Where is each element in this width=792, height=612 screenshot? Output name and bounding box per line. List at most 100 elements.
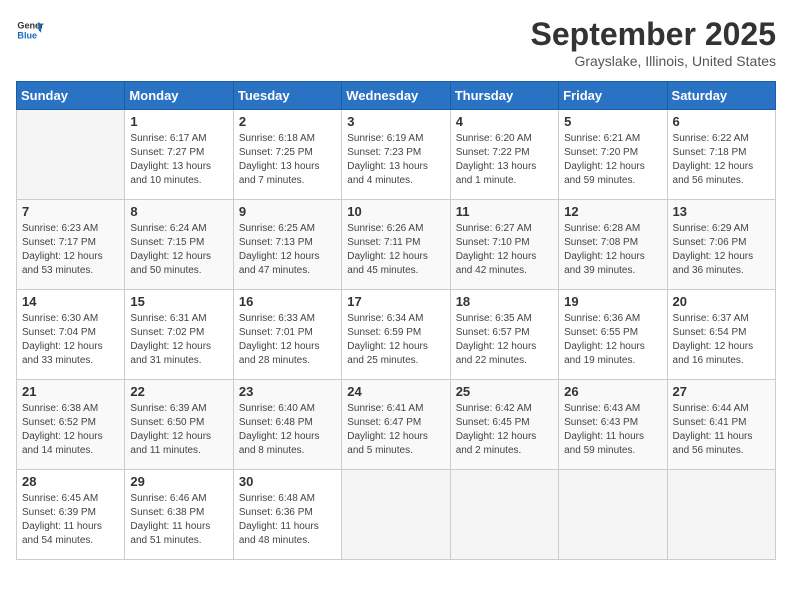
calendar-cell: 14 Sunrise: 6:30 AM Sunset: 7:04 PM Dayl…	[17, 290, 125, 380]
day-info: Sunrise: 6:17 AM Sunset: 7:27 PM Dayligh…	[130, 132, 227, 188]
header-tuesday: Tuesday	[233, 82, 341, 110]
daylight-label: Daylight: 12 hours and 31 minutes.	[130, 341, 211, 366]
calendar-cell	[450, 470, 558, 560]
sunrise-label: Sunrise: 6:44 AM	[673, 403, 749, 414]
daylight-label: Daylight: 12 hours and 11 minutes.	[130, 431, 211, 456]
day-number: 15	[130, 294, 227, 309]
day-info: Sunrise: 6:22 AM Sunset: 7:18 PM Dayligh…	[673, 132, 770, 188]
calendar-cell: 12 Sunrise: 6:28 AM Sunset: 7:08 PM Dayl…	[559, 200, 667, 290]
daylight-label: Daylight: 12 hours and 33 minutes.	[22, 341, 103, 366]
calendar-header-row: SundayMondayTuesdayWednesdayThursdayFrid…	[17, 82, 776, 110]
calendar-week-row: 1 Sunrise: 6:17 AM Sunset: 7:27 PM Dayli…	[17, 110, 776, 200]
sunset-label: Sunset: 7:23 PM	[347, 147, 421, 158]
day-info: Sunrise: 6:34 AM Sunset: 6:59 PM Dayligh…	[347, 312, 444, 368]
calendar-cell: 17 Sunrise: 6:34 AM Sunset: 6:59 PM Dayl…	[342, 290, 450, 380]
calendar-cell: 21 Sunrise: 6:38 AM Sunset: 6:52 PM Dayl…	[17, 380, 125, 470]
day-number: 30	[239, 474, 336, 489]
calendar-cell	[559, 470, 667, 560]
calendar-cell: 3 Sunrise: 6:19 AM Sunset: 7:23 PM Dayli…	[342, 110, 450, 200]
sunset-label: Sunset: 6:48 PM	[239, 417, 313, 428]
sunrise-label: Sunrise: 6:36 AM	[564, 313, 640, 324]
day-number: 22	[130, 384, 227, 399]
calendar-cell: 11 Sunrise: 6:27 AM Sunset: 7:10 PM Dayl…	[450, 200, 558, 290]
sunset-label: Sunset: 6:50 PM	[130, 417, 204, 428]
day-info: Sunrise: 6:31 AM Sunset: 7:02 PM Dayligh…	[130, 312, 227, 368]
daylight-label: Daylight: 12 hours and 59 minutes.	[564, 161, 645, 186]
day-number: 28	[22, 474, 119, 489]
daylight-label: Daylight: 13 hours and 10 minutes.	[130, 161, 211, 186]
calendar-week-row: 14 Sunrise: 6:30 AM Sunset: 7:04 PM Dayl…	[17, 290, 776, 380]
header-monday: Monday	[125, 82, 233, 110]
daylight-label: Daylight: 12 hours and 22 minutes.	[456, 341, 537, 366]
calendar-table: SundayMondayTuesdayWednesdayThursdayFrid…	[16, 81, 776, 560]
sunrise-label: Sunrise: 6:29 AM	[673, 223, 749, 234]
calendar-cell: 18 Sunrise: 6:35 AM Sunset: 6:57 PM Dayl…	[450, 290, 558, 380]
calendar-cell: 27 Sunrise: 6:44 AM Sunset: 6:41 PM Dayl…	[667, 380, 775, 470]
sunrise-label: Sunrise: 6:21 AM	[564, 133, 640, 144]
sunrise-label: Sunrise: 6:34 AM	[347, 313, 423, 324]
day-info: Sunrise: 6:44 AM Sunset: 6:41 PM Dayligh…	[673, 402, 770, 458]
sunrise-label: Sunrise: 6:45 AM	[22, 493, 98, 504]
day-number: 16	[239, 294, 336, 309]
calendar-cell: 8 Sunrise: 6:24 AM Sunset: 7:15 PM Dayli…	[125, 200, 233, 290]
month-title: September 2025	[531, 16, 776, 53]
day-number: 6	[673, 114, 770, 129]
calendar-cell: 6 Sunrise: 6:22 AM Sunset: 7:18 PM Dayli…	[667, 110, 775, 200]
sunrise-label: Sunrise: 6:40 AM	[239, 403, 315, 414]
day-number: 12	[564, 204, 661, 219]
svg-text:Blue: Blue	[17, 30, 37, 40]
day-info: Sunrise: 6:30 AM Sunset: 7:04 PM Dayligh…	[22, 312, 119, 368]
daylight-label: Daylight: 12 hours and 16 minutes.	[673, 341, 754, 366]
day-number: 29	[130, 474, 227, 489]
calendar-cell: 29 Sunrise: 6:46 AM Sunset: 6:38 PM Dayl…	[125, 470, 233, 560]
calendar-cell: 2 Sunrise: 6:18 AM Sunset: 7:25 PM Dayli…	[233, 110, 341, 200]
day-number: 10	[347, 204, 444, 219]
daylight-label: Daylight: 12 hours and 36 minutes.	[673, 251, 754, 276]
day-info: Sunrise: 6:48 AM Sunset: 6:36 PM Dayligh…	[239, 492, 336, 548]
day-info: Sunrise: 6:38 AM Sunset: 6:52 PM Dayligh…	[22, 402, 119, 458]
calendar-cell: 25 Sunrise: 6:42 AM Sunset: 6:45 PM Dayl…	[450, 380, 558, 470]
day-number: 14	[22, 294, 119, 309]
day-info: Sunrise: 6:33 AM Sunset: 7:01 PM Dayligh…	[239, 312, 336, 368]
sunrise-label: Sunrise: 6:43 AM	[564, 403, 640, 414]
daylight-label: Daylight: 12 hours and 28 minutes.	[239, 341, 320, 366]
calendar-week-row: 21 Sunrise: 6:38 AM Sunset: 6:52 PM Dayl…	[17, 380, 776, 470]
header-sunday: Sunday	[17, 82, 125, 110]
day-info: Sunrise: 6:24 AM Sunset: 7:15 PM Dayligh…	[130, 222, 227, 278]
day-info: Sunrise: 6:20 AM Sunset: 7:22 PM Dayligh…	[456, 132, 553, 188]
day-number: 9	[239, 204, 336, 219]
calendar-cell: 15 Sunrise: 6:31 AM Sunset: 7:02 PM Dayl…	[125, 290, 233, 380]
day-number: 1	[130, 114, 227, 129]
sunrise-label: Sunrise: 6:18 AM	[239, 133, 315, 144]
day-info: Sunrise: 6:42 AM Sunset: 6:45 PM Dayligh…	[456, 402, 553, 458]
daylight-label: Daylight: 11 hours and 51 minutes.	[130, 521, 210, 546]
calendar-week-row: 7 Sunrise: 6:23 AM Sunset: 7:17 PM Dayli…	[17, 200, 776, 290]
day-number: 11	[456, 204, 553, 219]
sunset-label: Sunset: 6:57 PM	[456, 327, 530, 338]
sunset-label: Sunset: 7:08 PM	[564, 237, 638, 248]
daylight-label: Daylight: 11 hours and 59 minutes.	[564, 431, 644, 456]
daylight-label: Daylight: 13 hours and 4 minutes.	[347, 161, 428, 186]
day-info: Sunrise: 6:37 AM Sunset: 6:54 PM Dayligh…	[673, 312, 770, 368]
day-number: 17	[347, 294, 444, 309]
sunset-label: Sunset: 7:22 PM	[456, 147, 530, 158]
location: Grayslake, Illinois, United States	[531, 53, 776, 69]
header-thursday: Thursday	[450, 82, 558, 110]
daylight-label: Daylight: 12 hours and 5 minutes.	[347, 431, 428, 456]
header-saturday: Saturday	[667, 82, 775, 110]
daylight-label: Daylight: 11 hours and 48 minutes.	[239, 521, 319, 546]
sunset-label: Sunset: 6:41 PM	[673, 417, 747, 428]
day-number: 4	[456, 114, 553, 129]
sunrise-label: Sunrise: 6:46 AM	[130, 493, 206, 504]
daylight-label: Daylight: 12 hours and 2 minutes.	[456, 431, 537, 456]
sunrise-label: Sunrise: 6:17 AM	[130, 133, 206, 144]
calendar-cell: 1 Sunrise: 6:17 AM Sunset: 7:27 PM Dayli…	[125, 110, 233, 200]
calendar-cell: 24 Sunrise: 6:41 AM Sunset: 6:47 PM Dayl…	[342, 380, 450, 470]
sunrise-label: Sunrise: 6:39 AM	[130, 403, 206, 414]
page-header: General Blue September 2025 Grayslake, I…	[16, 16, 776, 69]
day-number: 20	[673, 294, 770, 309]
logo: General Blue	[16, 16, 44, 44]
sunset-label: Sunset: 7:17 PM	[22, 237, 96, 248]
day-info: Sunrise: 6:35 AM Sunset: 6:57 PM Dayligh…	[456, 312, 553, 368]
day-info: Sunrise: 6:26 AM Sunset: 7:11 PM Dayligh…	[347, 222, 444, 278]
